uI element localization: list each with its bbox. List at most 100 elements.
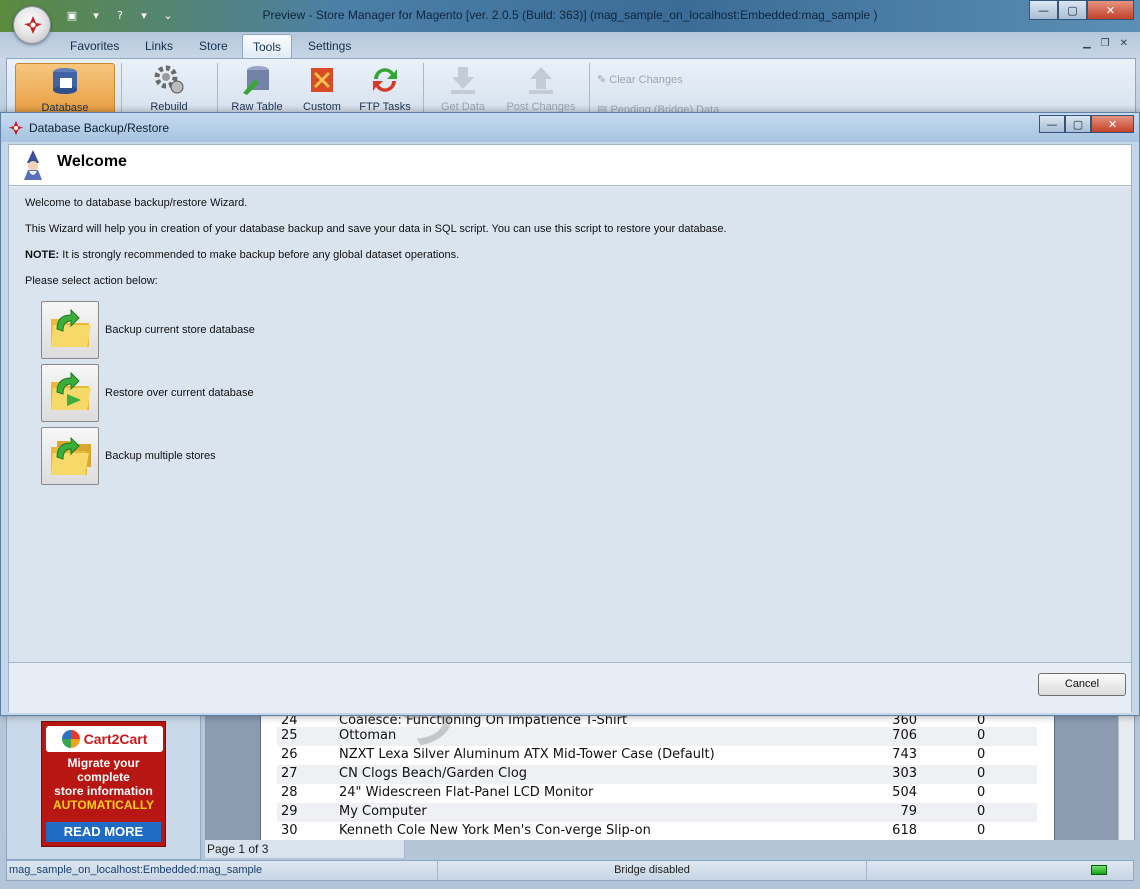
eraser-icon: ✎	[597, 74, 610, 86]
wizard-content: Welcome to database backup/restore Wizar…	[9, 187, 1131, 663]
clear-changes-button[interactable]: ✎ Clear Changes	[597, 73, 737, 86]
mdi-minimize-icon[interactable]: ▁	[1083, 38, 1091, 49]
ad-line: AUTOMATICALLY	[52, 798, 155, 812]
tab-favorites[interactable]: Favorites	[60, 34, 129, 58]
minimize-button[interactable]: —	[1039, 115, 1065, 133]
sync-arrows-icon	[368, 63, 402, 97]
wizard-header: Welcome	[9, 145, 1131, 186]
table-pencil-icon	[240, 63, 274, 97]
intro-text: Welcome to database backup/restore Wizar…	[25, 197, 248, 209]
cell-id: 26	[281, 747, 298, 762]
wizard-icon	[24, 150, 42, 180]
cart2cart-logo: Cart2Cart	[46, 726, 163, 752]
dialog-title-bar: Database Backup/Restore — ▢ ✕	[1, 113, 1139, 142]
cell-qty: 706	[892, 728, 917, 743]
folder-arrow-icon	[51, 308, 91, 347]
ribbon-separator	[423, 63, 424, 115]
title-bar: ▣ ▾ ? ▾ ⌄ Preview - Store Manager for Ma…	[0, 0, 1140, 32]
cell-id: 30	[281, 823, 298, 838]
ad-line: complete	[77, 770, 130, 784]
folder-restore-icon	[51, 371, 91, 410]
tab-tools[interactable]: Tools	[242, 34, 293, 58]
cart2cart-logo-icon	[61, 730, 80, 748]
mdi-controls: ▁ ❐ ✕	[1083, 38, 1128, 49]
wizard-title: Welcome	[57, 153, 127, 170]
raw-table-button[interactable]: Raw Table	[225, 63, 289, 113]
ribbon-body: Database Rebuild Raw Table Custom FTP Ta…	[6, 58, 1136, 118]
table-row[interactable]: 30 Kenneth Cole New York Men's Con-verge…	[277, 822, 1037, 841]
backup-restore-dialog: Database Backup/Restore — ▢ ✕ Welcome We…	[0, 112, 1140, 716]
restore-action[interactable]: Restore over current database	[41, 364, 254, 422]
rebuild-button[interactable]: Rebuild	[137, 63, 201, 113]
table-row[interactable]: 28 24" Widescreen Flat-Panel LCD Monitor…	[277, 784, 1037, 803]
pager: Page 1 of 3	[205, 840, 405, 858]
table-row[interactable]: 29 My Computer 79 0	[277, 803, 1037, 822]
tab-store[interactable]: Store	[189, 34, 238, 58]
table-row[interactable]: 27 CN Clogs Beach/Garden Clog 303 0	[277, 765, 1037, 784]
dialog-footer: Cancel	[9, 664, 1131, 713]
cell-name: CN Clogs Beach/Garden Clog	[339, 766, 528, 781]
cell-value: 0	[977, 747, 986, 762]
maximize-button[interactable]: ▢	[1065, 115, 1091, 133]
database-button[interactable]: Database	[15, 63, 115, 117]
mdi-restore-icon[interactable]: ❐	[1101, 38, 1110, 49]
ad-text: Migrate your complete store information …	[42, 756, 165, 812]
minimize-button[interactable]: —	[1029, 0, 1058, 20]
cell-value: 0	[977, 823, 986, 838]
close-button[interactable]: ✕	[1087, 0, 1134, 20]
left-panel: Cart2Cart Migrate your complete store in…	[6, 712, 201, 860]
read-more-button[interactable]: READ MORE	[46, 822, 161, 842]
cell-value: 0	[977, 785, 986, 800]
database-icon	[48, 64, 82, 98]
backup-current-button[interactable]	[41, 301, 99, 359]
cell-name: My Computer	[339, 804, 427, 819]
note-text: NOTE: It is strongly recommended to make…	[25, 249, 459, 261]
window-title: Preview - Store Manager for Magento [ver…	[262, 8, 878, 22]
cell-value: 0	[977, 728, 986, 743]
get-data-button[interactable]: Get Data	[431, 63, 495, 113]
folders-multiple-icon	[51, 436, 91, 475]
grid-scrollbar[interactable]	[1118, 712, 1134, 840]
cell-qty: 504	[892, 785, 917, 800]
maximize-button[interactable]: ▢	[1058, 0, 1087, 20]
cell-name: Kenneth Cole New York Men's Con-verge Sl…	[339, 823, 651, 838]
dialog-body: Welcome Welcome to database backup/resto…	[8, 144, 1132, 713]
tab-links[interactable]: Links	[135, 34, 183, 58]
grid-area: 24 Coalesce: Functioning On Impatience T…	[205, 712, 1135, 840]
tab-settings[interactable]: Settings	[298, 34, 361, 58]
backup-multiple-action[interactable]: Backup multiple stores	[41, 427, 216, 485]
backup-multiple-label: Backup multiple stores	[105, 450, 216, 462]
ftp-tasks-button[interactable]: FTP Tasks	[353, 63, 417, 113]
status-bar: mag_sample_on_localhost:Embedded:mag_sam…	[6, 860, 1134, 881]
ribbon-separator	[589, 63, 590, 115]
dialog-window-controls: — ▢ ✕	[1039, 115, 1134, 133]
cell-value: 0	[977, 804, 986, 819]
table-row[interactable]: 25 Ottoman 706 0	[277, 727, 1037, 746]
cancel-button[interactable]: Cancel	[1038, 673, 1126, 696]
table-row[interactable]: 26 NZXT Lexa Silver Aluminum ATX Mid-Tow…	[277, 746, 1037, 765]
cell-qty: 743	[892, 747, 917, 762]
backup-multiple-button[interactable]	[41, 427, 99, 485]
clear-changes-label: Clear Changes	[609, 74, 683, 86]
dialog-title: Database Backup/Restore	[29, 121, 170, 135]
ad-line: store information	[54, 784, 153, 798]
close-button[interactable]: ✕	[1091, 115, 1134, 133]
connection-led-icon	[1091, 865, 1107, 875]
note-body: It is strongly recommended to make backu…	[59, 249, 460, 261]
ribbon-separator	[121, 63, 122, 115]
upload-icon	[524, 63, 558, 97]
post-changes-button[interactable]: Post Changes	[499, 63, 583, 113]
cell-id: 27	[281, 766, 298, 781]
backup-current-action[interactable]: Backup current store database	[41, 301, 255, 359]
cell-qty: 618	[892, 823, 917, 838]
custom-button[interactable]: Custom	[291, 63, 353, 113]
cart2cart-ad[interactable]: Cart2Cart Migrate your complete store in…	[41, 721, 166, 847]
app-logo-icon	[8, 120, 24, 136]
ribbon-separator	[217, 63, 218, 115]
gears-icon	[152, 63, 186, 97]
cell-name: Ottoman	[339, 728, 397, 743]
backup-current-label: Backup current store database	[105, 324, 255, 336]
select-prompt: Please select action below:	[25, 275, 158, 287]
mdi-close-icon[interactable]: ✕	[1120, 38, 1128, 49]
restore-button[interactable]	[41, 364, 99, 422]
